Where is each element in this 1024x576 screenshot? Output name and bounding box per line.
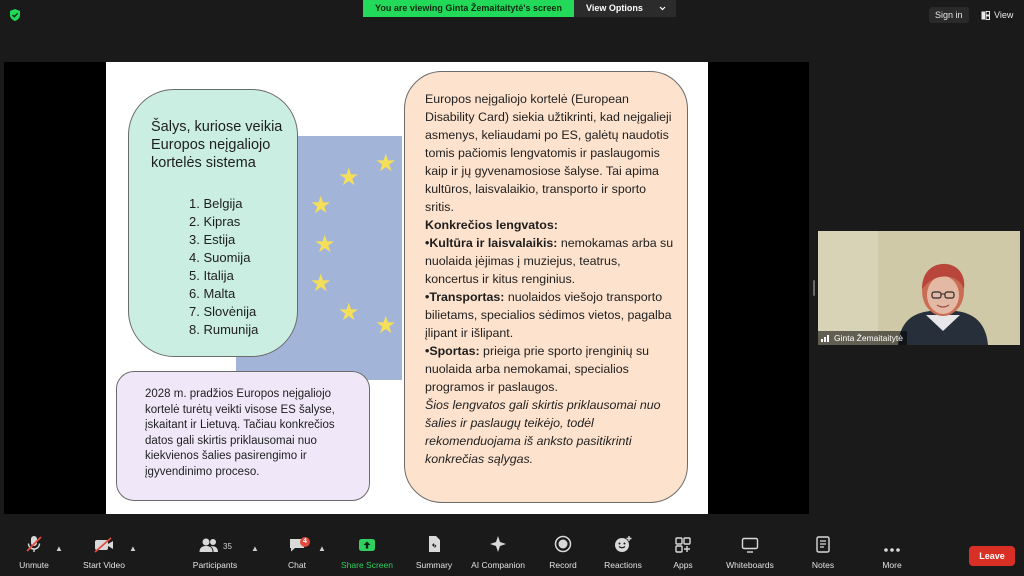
view-button[interactable]: View [975,7,1019,23]
microphone-muted-icon [26,536,42,552]
ai-companion-label: AI Companion [471,560,525,570]
apps-button[interactable]: Apps [668,532,698,576]
benefit-transport: •Transportas: nuolaidos viešojo transpor… [425,288,677,342]
share-screen-icon [359,539,375,551]
summary-label: Summary [415,560,453,570]
participant-name-label: Ginta Žemaitaitytė [818,331,907,345]
whiteboards-label: Whiteboards [726,560,774,570]
year-note-box: 2028 m. pradžios Europos neįgaliojo kort… [116,371,370,501]
participants-options-caret-icon[interactable]: ▲ [251,544,259,553]
country-item: 2. Kipras [189,214,241,229]
reactions-smiley-icon [615,536,632,552]
country-item: 6. Malta [189,286,236,301]
view-options-label: View Options [586,3,643,13]
chat-options-caret-icon[interactable]: ▲ [318,544,326,553]
top-bar: You are viewing Ginta Žemaitaitytė's scr… [0,0,1024,28]
screen-share-banner: You are viewing Ginta Žemaitaitytė's scr… [363,0,676,17]
country-item: 4. Suomija [189,250,251,265]
closing-note: Šios lengvatos gali skirtis priklausomai… [425,398,661,466]
countries-box: Šalys, kuriose veikia Europos neįgaliojo… [128,89,298,357]
share-screen-label: Share Screen [341,560,393,570]
record-label: Record [549,560,577,570]
chevron-down-icon [659,6,666,11]
country-item: 3. Estija [189,232,236,247]
apps-label: Apps [673,560,693,570]
reactions-label: Reactions [604,560,642,570]
country-item: 5. Italija [189,268,234,283]
participants-icon [199,538,219,552]
viewing-screen-text: You are viewing Ginta Žemaitaitytė's scr… [363,0,575,17]
eu-star-icon: ★ [310,270,332,297]
record-button[interactable]: Record [545,532,581,576]
participant-video-image [818,231,1020,345]
summary-document-icon [429,536,440,552]
summary-button[interactable]: Summary [414,532,454,576]
zoom-meeting-window: You are viewing Ginta Žemaitaitytė's scr… [0,0,1024,576]
whiteboards-button[interactable]: Whiteboards [722,532,778,576]
participants-label: Participants [192,560,238,570]
more-label: More [882,560,902,570]
reactions-button[interactable]: Reactions [601,532,645,576]
participant-video-tile[interactable]: Ginta Žemaitaitytė [818,231,1020,345]
countries-title: Šalys, kuriose veikia Europos neįgaliojo… [151,119,283,171]
resize-handle[interactable] [813,280,815,296]
benefit-sport-label: •Sportas: [425,344,480,358]
intro-paragraph: Europos neįgaliojo kortelė (European Dis… [425,92,672,214]
notes-icon [816,536,830,553]
benefit-sport: •Sportas: prieiga prie sporto įrenginių … [425,342,677,396]
presentation-slide: ★ ★ ★ ★ ★ ★ ★ Šalys, kuriose veikia Euro… [106,62,708,514]
share-screen-button[interactable]: Share Screen [340,532,394,576]
eu-star-icon: ★ [375,150,397,177]
participants-count: 35 [223,542,232,551]
eu-star-icon: ★ [338,299,360,326]
whiteboard-icon [741,537,759,553]
participants-button[interactable]: 35 Participants [191,532,239,576]
benefit-culture: •Kultūra ir laisvalaikis: nemokamas arba… [425,234,677,288]
chat-label: Chat [288,560,306,570]
eu-star-icon: ★ [310,192,332,219]
ai-sparkle-icon [490,536,506,552]
country-item: 1. Belgija [189,196,243,211]
sign-in-button[interactable]: Sign in [929,7,969,23]
more-dots-icon [884,548,900,552]
eu-star-icon: ★ [375,312,397,339]
benefits-heading: Konkrečios lengvatos: [425,218,558,232]
benefits-info-box: Europos neįgaliojo kortelė (European Dis… [404,71,688,503]
encryption-shield-icon[interactable] [8,8,22,22]
benefit-transport-label: •Transportas: [425,290,505,304]
notes-button[interactable]: Notes [808,532,838,576]
view-label: View [994,10,1014,20]
view-layout-icon [981,10,990,20]
audio-options-caret-icon[interactable]: ▲ [55,544,63,553]
start-video-label: Start Video [83,560,125,570]
country-item: 7. Slovėnija [189,304,257,319]
notes-label: Notes [811,560,835,570]
more-button[interactable]: More [877,532,907,576]
signal-bars-icon [821,335,829,342]
meeting-toolbar: Unmute ▲ Start Video ▲ 35 Participants ▲… [0,532,1024,576]
leave-button[interactable]: Leave [969,546,1015,566]
apps-icon [675,537,691,553]
eu-star-icon: ★ [338,164,360,191]
ai-companion-button[interactable]: AI Companion [468,532,528,576]
view-options-button[interactable]: View Options [574,0,676,17]
unmute-button[interactable]: Unmute [14,532,54,576]
video-options-caret-icon[interactable]: ▲ [129,544,137,553]
video-camera-off-icon [94,537,113,553]
unmute-label: Unmute [19,560,49,570]
record-icon [554,535,572,553]
start-video-button[interactable]: Start Video [80,532,128,576]
benefit-culture-label: •Kultūra ir laisvalaikis: [425,236,558,250]
participant-name: Ginta Žemaitaitytė [834,333,903,343]
eu-star-icon: ★ [314,231,336,258]
country-item: 8. Rumunija [189,322,259,337]
chat-unread-badge: 4 [300,537,310,547]
countries-list: 1. Belgija 2. Kipras 3. Estija 4. Suomij… [189,195,297,339]
